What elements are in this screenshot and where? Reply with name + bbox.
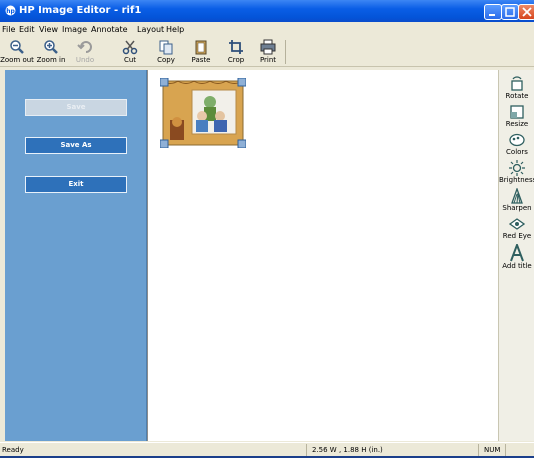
red-eye-button[interactable]: Red Eye <box>499 216 534 241</box>
svg-text:hp: hp <box>6 8 15 15</box>
red-eye-label: Red Eye <box>502 232 532 240</box>
image-dimensions: 2.56 W , 1.88 H (in.) <box>312 446 383 454</box>
sharpen-icon <box>511 188 523 204</box>
crop-icon <box>229 40 243 54</box>
minimize-button[interactable] <box>484 4 502 20</box>
maximize-button[interactable] <box>501 4 519 20</box>
zoom-in-button[interactable]: Zoom in <box>34 39 68 65</box>
app-window: hp HP Image Editor - rif1 File Edit View… <box>0 0 534 457</box>
menu-edit[interactable]: Edit <box>19 24 35 35</box>
maximize-icon <box>505 7 515 17</box>
status-separator <box>505 444 506 456</box>
close-icon <box>522 7 532 17</box>
zoom-in-icon <box>44 40 58 54</box>
photo-thumbnail[interactable] <box>160 78 246 148</box>
hp-icon: hp <box>5 5 16 16</box>
crop-label: Crop <box>227 56 245 64</box>
zoom-out-icon <box>10 40 24 54</box>
sharpen-label: Sharpen <box>502 204 532 212</box>
brightness-button[interactable]: Brightness <box>499 160 534 185</box>
cut-button[interactable]: Cut <box>113 39 147 65</box>
colors-button[interactable]: Colors <box>499 132 534 157</box>
menu-view[interactable]: View <box>39 24 58 35</box>
resize-icon <box>510 105 524 119</box>
palette-icon <box>509 133 525 147</box>
paste-icon <box>195 40 207 55</box>
scissors-icon <box>122 40 138 55</box>
resize-label: Resize <box>505 120 529 128</box>
rotate-icon <box>511 76 523 91</box>
menu-help[interactable]: Help <box>166 24 184 35</box>
copy-label: Copy <box>157 56 175 64</box>
close-button[interactable] <box>518 4 534 20</box>
paste-button[interactable]: Paste <box>184 39 218 65</box>
save-button[interactable]: Save <box>25 99 127 116</box>
paste-label: Paste <box>191 56 211 64</box>
save-as-button[interactable]: Save As <box>25 137 127 154</box>
undo-label: Undo <box>75 56 95 64</box>
status-bar: Ready 2.56 W , 1.88 H (in.) NUM <box>0 442 534 457</box>
print-button[interactable]: Print <box>251 39 285 65</box>
zoom-out-button[interactable]: Zoom out <box>0 39 34 65</box>
exit-button[interactable]: Exit <box>25 176 127 193</box>
image-canvas[interactable] <box>147 70 498 441</box>
colors-label: Colors <box>506 148 528 156</box>
status-text: Ready <box>2 446 24 454</box>
status-separator <box>306 444 307 456</box>
brightness-label: Brightness <box>499 176 534 184</box>
zoom-out-label: Zoom out <box>0 56 34 64</box>
print-label: Print <box>259 56 277 64</box>
undo-button[interactable]: Undo <box>68 39 102 65</box>
eye-icon <box>509 218 525 230</box>
zoom-in-label: Zoom in <box>36 56 66 64</box>
sharpen-button[interactable]: Sharpen <box>499 188 534 213</box>
edit-tools-panel: Rotate Resize Colors Brightness Sharpen … <box>498 70 534 441</box>
sun-icon <box>509 160 525 176</box>
num-lock-indicator: NUM <box>484 446 501 454</box>
printer-icon <box>260 39 276 55</box>
rotate-label: Rotate <box>505 92 529 100</box>
text-icon <box>510 244 524 262</box>
toolbar-separator <box>285 40 286 64</box>
minimize-icon <box>489 14 495 16</box>
menu-bar: File Edit View Image Annotate Layout Hel… <box>0 22 534 37</box>
status-separator <box>478 444 479 456</box>
menu-annotate[interactable]: Annotate <box>91 24 128 35</box>
crop-button[interactable]: Crop <box>219 39 253 65</box>
copy-button[interactable]: Copy <box>149 39 183 65</box>
undo-icon <box>77 41 92 53</box>
copy-icon <box>159 40 173 55</box>
add-title-button[interactable]: Add title <box>499 244 534 271</box>
title-bar: hp HP Image Editor - rif1 <box>0 0 534 22</box>
cut-label: Cut <box>123 56 137 64</box>
menu-image[interactable]: Image <box>62 24 87 35</box>
menu-layout[interactable]: Layout <box>137 24 164 35</box>
menu-file[interactable]: File <box>2 24 15 35</box>
action-panel: Save Save As Exit <box>5 70 147 441</box>
resize-button[interactable]: Resize <box>499 104 534 129</box>
window-title: HP Image Editor - rif1 <box>19 5 142 16</box>
add-title-label: Add title <box>502 262 532 270</box>
rotate-button[interactable]: Rotate <box>499 76 534 101</box>
toolbar: Zoom out Zoom in Undo Cut Copy Paste Cro… <box>0 38 534 67</box>
